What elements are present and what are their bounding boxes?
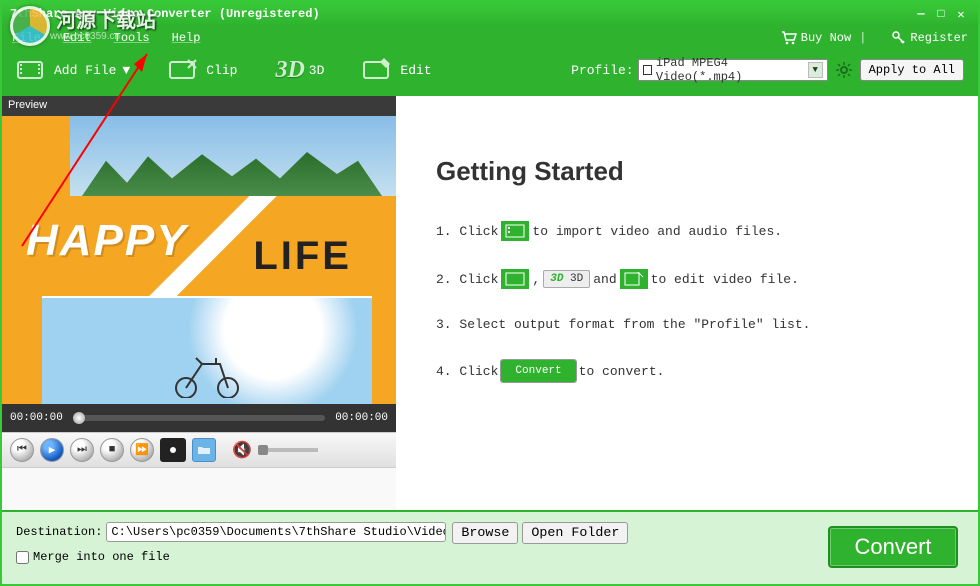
chevron-down-icon: ▼ [122, 63, 130, 78]
destination-label: Destination: [16, 525, 102, 539]
register-label: Register [910, 31, 968, 45]
mute-button[interactable]: 🔇 [232, 440, 252, 460]
edit-button[interactable]: Edit [362, 58, 431, 82]
profile-thumb-icon [643, 65, 652, 75]
preview-canvas: HAPPY LIFE [2, 116, 396, 404]
prev-button[interactable]: ⏮ [10, 438, 34, 462]
watermark-logo [10, 6, 50, 46]
step-3: 3. Select output format from the "Profil… [436, 317, 968, 332]
volume-slider[interactable] [258, 448, 318, 452]
clip-button[interactable]: Clip [168, 58, 237, 82]
time-total: 00:00:00 [335, 412, 388, 424]
seek-slider[interactable] [73, 415, 325, 421]
convert-mini-button: Convert [501, 360, 575, 382]
convert-button[interactable]: Convert [828, 526, 958, 568]
chevron-down-icon: ▼ [808, 62, 823, 78]
merge-checkbox-input[interactable] [16, 551, 29, 564]
open-folder-button[interactable]: Open Folder [522, 522, 628, 544]
profile-select[interactable]: iPad MPEG4 Video(*.mp4) ▼ [638, 59, 828, 81]
3d-button[interactable]: 3D 3D [275, 57, 324, 84]
getting-started-panel: Getting Started 1. Click to import video… [396, 96, 978, 510]
watermark-url: www.pc0359.cn [50, 31, 156, 42]
add-file-button[interactable]: Add File ▼ [16, 58, 130, 82]
menu-help[interactable]: Help [172, 31, 201, 45]
step-1: 1. Click to import video and audio files… [436, 221, 968, 241]
merge-checkbox[interactable]: Merge into one file [16, 550, 170, 564]
stop-button[interactable]: ■ [100, 438, 124, 462]
edit-icon [362, 58, 394, 82]
preview-header: Preview [2, 96, 396, 116]
film-add-icon [16, 58, 48, 82]
player-controls: ⏮ ▶ ⏭ ■ ⏩ 🔇 [2, 432, 396, 468]
minimize-button[interactable]: — [912, 6, 930, 22]
film-icon [501, 221, 529, 241]
preview-text-life: LIFE [253, 234, 352, 279]
3d-icon: 3D [275, 57, 304, 84]
register-link[interactable]: Register [892, 31, 968, 45]
settings-button[interactable] [834, 60, 854, 80]
toolbar: Add File ▼ Clip 3D 3D Edit Profile: iPad… [2, 50, 978, 96]
browse-button[interactable]: Browse [452, 522, 518, 544]
next-button[interactable]: ⏭ [70, 438, 94, 462]
apply-to-all-button[interactable]: Apply to All [860, 59, 964, 81]
3d-label: 3D [309, 63, 325, 78]
gear-icon [836, 62, 852, 78]
3d-mini-button: 3D 3D [543, 270, 590, 288]
clip-label: Clip [206, 63, 237, 78]
play-button[interactable]: ▶ [40, 438, 64, 462]
clip-icon [168, 58, 200, 82]
cart-icon [781, 31, 797, 45]
getting-started-heading: Getting Started [436, 156, 968, 187]
key-icon [892, 31, 906, 45]
bottom-bar: Destination: C:\Users\pc0359\Documents\7… [2, 510, 978, 584]
merge-label: Merge into one file [33, 550, 170, 564]
add-file-label: Add File [54, 63, 116, 78]
destination-input[interactable]: C:\Users\pc0359\Documents\7thShare Studi… [106, 522, 446, 542]
snapshot-folder-button[interactable] [192, 438, 216, 462]
profile-value: iPad MPEG4 Video(*.mp4) [656, 56, 808, 84]
watermark-text: 河源下载站 [56, 11, 156, 31]
buy-now-link[interactable]: Buy Now [781, 31, 851, 45]
watermark: 河源下载站 www.pc0359.cn [10, 6, 156, 46]
edit-label: Edit [400, 63, 431, 78]
timeline[interactable]: 00:00:00 00:00:00 [2, 404, 396, 432]
clip-mini-icon [501, 269, 529, 289]
step-fwd-button[interactable]: ⏩ [130, 438, 154, 462]
preview-panel: Preview HAPPY LIFE 00:00:00 00:00:00 ⏮ ▶… [2, 96, 396, 510]
step-2: 2. Click , 3D 3D and to edit video file. [436, 269, 968, 289]
close-button[interactable]: ✕ [952, 6, 970, 22]
buy-now-label: Buy Now [801, 31, 851, 45]
snapshot-button[interactable] [160, 438, 186, 462]
edit-mini-icon [620, 269, 648, 289]
time-current: 00:00:00 [10, 412, 63, 424]
bicycle-icon [172, 354, 242, 398]
preview-text-happy: HAPPY [26, 216, 188, 266]
profile-label: Profile: [571, 63, 633, 78]
maximize-button[interactable]: □ [932, 6, 950, 22]
step-4: 4. Click Convert to convert. [436, 360, 968, 382]
